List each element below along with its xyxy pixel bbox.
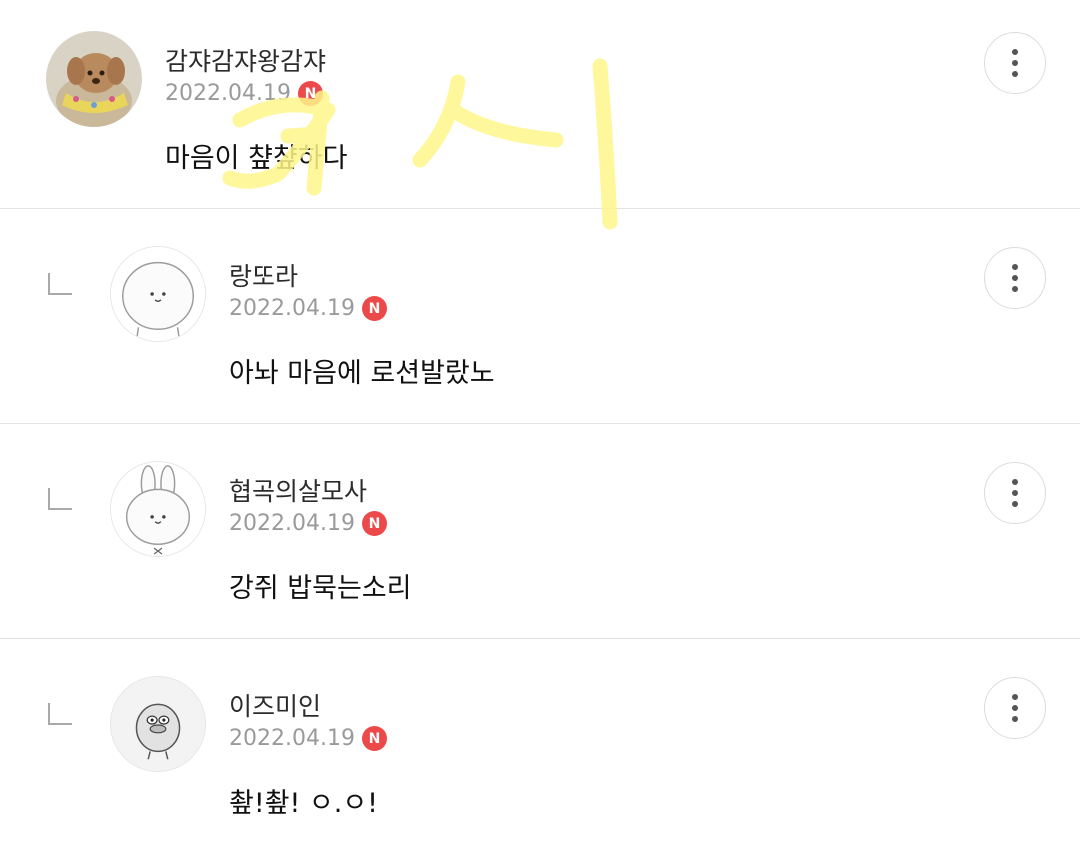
more-dot (1012, 501, 1018, 507)
round-character-icon (111, 247, 205, 341)
new-badge: N (361, 511, 387, 536)
date-text: 2022.04.19 (229, 296, 355, 321)
more-vertical-icon (1012, 49, 1018, 55)
reply-item: 이즈미인 2022.04.19 N 촾!촾! ㅇ.ㅇ! (0, 639, 1080, 847)
reply-indent-icon (48, 488, 72, 510)
more-dot (1012, 275, 1018, 281)
comment-text: 아놔 마음에 로션발랐노 (229, 358, 495, 389)
comment-author[interactable]: 이즈미인 (229, 687, 321, 723)
more-options-button[interactable] (984, 247, 1046, 309)
comment-author[interactable]: 협곡의살모사 (229, 472, 367, 508)
comment-author[interactable]: 감쟈감쟈왕감쟈 (165, 42, 326, 78)
new-badge: N (361, 726, 387, 751)
more-vertical-icon (1012, 694, 1018, 700)
more-vertical-icon (1012, 264, 1018, 270)
reply-indent-icon (48, 273, 72, 295)
avatar[interactable] (110, 246, 206, 342)
poodle-photo-icon (46, 31, 142, 127)
more-options-button[interactable] (984, 677, 1046, 739)
more-dot (1012, 705, 1018, 711)
comment-date: 2022.04.19 N (229, 511, 387, 536)
rabbit-character-icon (111, 462, 205, 556)
more-dot (1012, 490, 1018, 496)
date-text: 2022.04.19 (229, 511, 355, 536)
comment-item: 감쟈감쟈왕감쟈 2022.04.19 N 마음이 챺챺하다 (0, 0, 1080, 208)
comment-author[interactable]: 랑또라 (229, 257, 298, 293)
comment-date: 2022.04.19 N (229, 296, 387, 321)
more-vertical-icon (1012, 479, 1018, 485)
new-badge: N (361, 296, 387, 321)
comment-text: 강쥐 밥묵는소리 (229, 573, 412, 604)
more-dot (1012, 60, 1018, 66)
avatar[interactable] (110, 676, 206, 772)
reply-item: 랑또라 2022.04.19 N 아놔 마음에 로션발랐노 (0, 209, 1080, 423)
date-text: 2022.04.19 (165, 81, 291, 106)
new-badge: N (297, 81, 323, 106)
comment-text: 촾!촾! ㅇ.ㅇ! (229, 788, 378, 819)
comment-text: 마음이 챺챺하다 (165, 143, 348, 174)
avatar[interactable] (110, 461, 206, 557)
avatar[interactable] (46, 31, 142, 127)
more-dot (1012, 286, 1018, 292)
more-dot (1012, 716, 1018, 722)
more-options-button[interactable] (984, 462, 1046, 524)
duck-character-icon (111, 677, 205, 771)
more-dot (1012, 71, 1018, 77)
reply-item: 협곡의살모사 2022.04.19 N 강쥐 밥묵는소리 (0, 424, 1080, 638)
comment-date: 2022.04.19 N (165, 81, 323, 106)
more-options-button[interactable] (984, 32, 1046, 94)
date-text: 2022.04.19 (229, 726, 355, 751)
comment-date: 2022.04.19 N (229, 726, 387, 751)
reply-indent-icon (48, 703, 72, 725)
